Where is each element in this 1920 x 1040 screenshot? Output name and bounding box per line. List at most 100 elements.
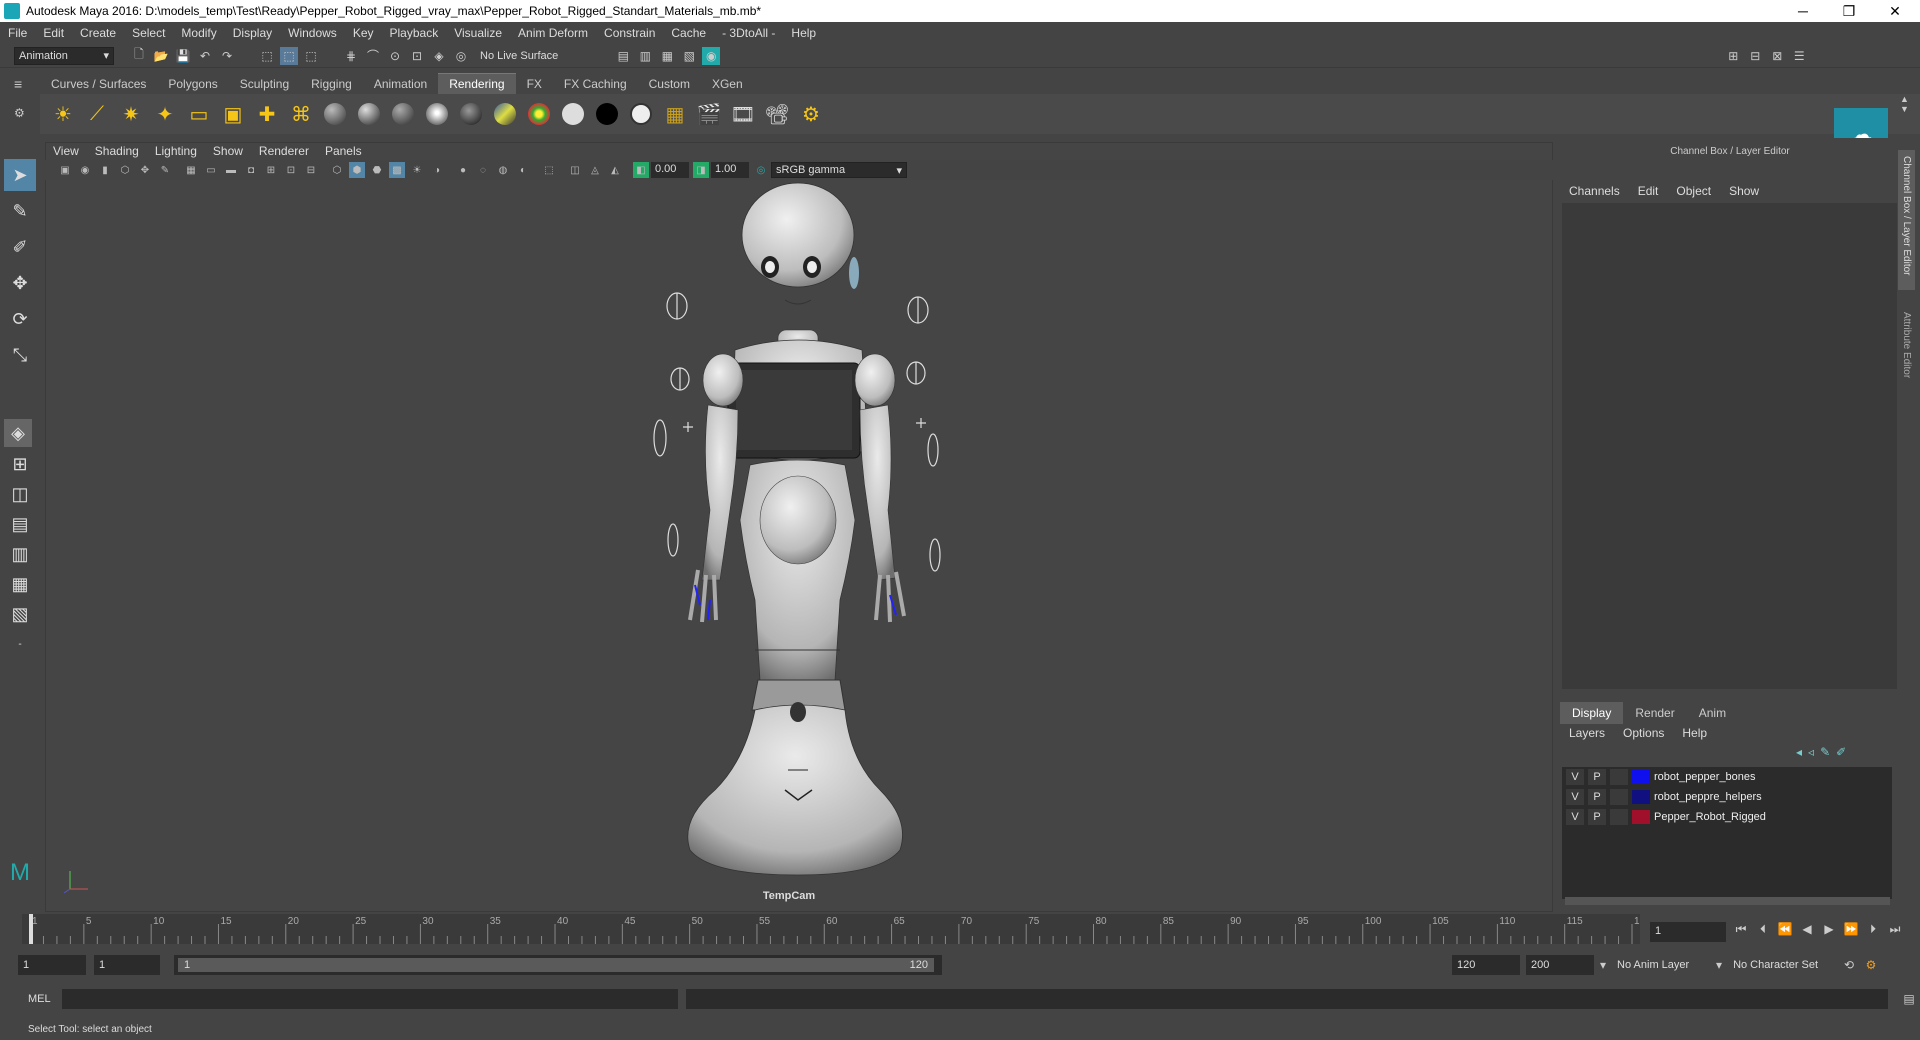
new-scene-icon[interactable]: 🗋 [130, 47, 148, 65]
command-input[interactable] [61, 989, 678, 1009]
snap-view-icon[interactable]: ⊡ [408, 47, 426, 65]
wireframe-on-shaded-icon[interactable]: ⬣ [369, 162, 385, 178]
batch-render-icon[interactable]: 📽 [763, 100, 791, 128]
minimize-button[interactable]: ─ [1780, 0, 1826, 22]
use-all-lights-icon[interactable]: ☀ [409, 162, 425, 178]
menu-display[interactable]: Display [225, 26, 280, 40]
layer-menu-options[interactable]: Options [1614, 726, 1673, 740]
channel-box-body[interactable] [1562, 203, 1897, 689]
depth-of-field-icon[interactable]: ◐ [515, 162, 531, 178]
grid-icon[interactable]: ▦ [183, 162, 199, 178]
shading-map-icon[interactable] [525, 100, 553, 128]
new-empty-layer-icon[interactable]: ✎ [1820, 745, 1830, 759]
shelf-tab-curves-surfaces[interactable]: Curves / Surfaces [40, 74, 157, 94]
cb-menu-edit[interactable]: Edit [1629, 184, 1668, 198]
ramp-material-icon[interactable] [491, 100, 519, 128]
isolate-select-icon[interactable]: ⬚ [541, 162, 557, 178]
shelf-tab-sculpting[interactable]: Sculpting [229, 74, 300, 94]
layer-row[interactable]: V P robot_peppre_helpers [1562, 787, 1892, 807]
cb-menu-channels[interactable]: Channels [1560, 184, 1629, 198]
gate-mask-icon[interactable]: ◘ [243, 162, 259, 178]
xray-components-icon[interactable]: ◭ [607, 162, 623, 178]
move-layer-up-icon[interactable]: ◂ [1796, 745, 1802, 759]
menu-select[interactable]: Select [124, 26, 173, 40]
current-time-indicator[interactable] [29, 914, 33, 944]
point-light-icon[interactable]: ✷ [117, 100, 145, 128]
render-settings-shelf-icon[interactable]: ⚙ [797, 100, 825, 128]
menu-create[interactable]: Create [72, 26, 124, 40]
layer-row[interactable]: V P robot_pepper_bones [1562, 767, 1892, 787]
render-view-icon[interactable]: ▧ [680, 47, 698, 65]
motion-blur-icon[interactable]: ◌ [475, 162, 491, 178]
scale-tool-icon[interactable]: ⤡ [4, 339, 36, 371]
vp-menu-show[interactable]: Show [205, 144, 251, 158]
layer-playback-toggle[interactable]: P [1588, 769, 1606, 785]
live-surface-label[interactable]: No Live Surface [480, 50, 558, 62]
layer-menu-layers[interactable]: Layers [1560, 726, 1614, 740]
pepper-robot-model[interactable] [640, 180, 970, 880]
shelf-scroll-icon[interactable]: ▲ ▼ [1900, 94, 1909, 114]
vp-menu-renderer[interactable]: Renderer [251, 144, 317, 158]
ambient-light-icon[interactable]: ☀ [49, 100, 77, 128]
wireframe-icon[interactable]: ⬡ [329, 162, 345, 178]
animation-start-field[interactable]: 1 [18, 955, 86, 975]
persp-outliner-layout-icon[interactable]: ◫ [4, 481, 36, 507]
multisample-aa-icon[interactable]: ◍ [495, 162, 511, 178]
playback-end-field[interactable]: 120 [1452, 955, 1520, 975]
character-controls-icon[interactable]: ⊠ [1768, 47, 1786, 65]
layer-tab-anim[interactable]: Anim [1687, 702, 1738, 724]
layer-tab-display[interactable]: Display [1560, 702, 1624, 724]
ipr-render-icon[interactable]: ▦ [658, 47, 676, 65]
side-tab-attribute-editor[interactable]: Attribute Editor [1898, 306, 1915, 384]
four-view-layout-icon[interactable]: ⊞ [4, 451, 36, 477]
single-perspective-layout-icon[interactable]: ◈ [4, 419, 32, 447]
animation-end-field[interactable]: 200 [1526, 955, 1594, 975]
directional-light-icon[interactable]: ⟋ [83, 100, 111, 128]
current-frame-field[interactable]: 1 [1650, 922, 1726, 942]
bookmark-icon[interactable]: ▮ [97, 162, 113, 178]
vp-menu-shading[interactable]: Shading [87, 144, 147, 158]
layer-visibility-toggle[interactable]: V [1566, 769, 1584, 785]
xray-joints-icon[interactable]: ◬ [587, 162, 603, 178]
resolution-gate-icon[interactable]: ▬ [223, 162, 239, 178]
menu-key[interactable]: Key [345, 26, 382, 40]
render-view-shelf-icon[interactable]: ▦ [661, 100, 689, 128]
layer-menu-help[interactable]: Help [1673, 726, 1716, 740]
gamma-icon[interactable]: ◨ [693, 162, 709, 178]
render-current-icon[interactable]: 🎬 [695, 100, 723, 128]
gamma-field[interactable]: 1.00 [711, 162, 749, 178]
undo-icon[interactable]: ↶ [196, 47, 214, 65]
cb-menu-show[interactable]: Show [1720, 184, 1768, 198]
exposure-icon[interactable]: ◧ [633, 162, 649, 178]
hypershade-icon[interactable]: ◉ [702, 46, 721, 65]
paint-select-tool-icon[interactable]: ✐ [4, 231, 36, 263]
shelf-options-icon[interactable]: ≡ ⚙ [14, 76, 34, 136]
layer-color-swatch[interactable] [1632, 810, 1650, 824]
layer-name[interactable]: Pepper_Robot_Rigged [1654, 811, 1766, 823]
snap-surface-icon[interactable]: ◈ [430, 47, 448, 65]
collapse-toolbox-icon[interactable]: - [4, 631, 36, 657]
layer-visibility-toggle[interactable]: V [1566, 809, 1584, 825]
move-tool-icon[interactable]: ✥ [4, 267, 36, 299]
script-editor-icon[interactable]: ▤ [1900, 990, 1918, 1008]
play-forwards-icon[interactable]: ▶ [1820, 920, 1838, 938]
camera-aim-icon[interactable]: ⌘ [287, 100, 315, 128]
menu-windows[interactable]: Windows [280, 26, 345, 40]
menu-cache[interactable]: Cache [663, 26, 714, 40]
vp-menu-lighting[interactable]: Lighting [147, 144, 205, 158]
layer-visibility-toggle[interactable]: V [1566, 789, 1584, 805]
layered-shader-icon[interactable] [627, 100, 655, 128]
surface-shader-icon[interactable] [559, 100, 587, 128]
camera-icon[interactable]: ✚ [253, 100, 281, 128]
blinn-material-icon[interactable] [355, 100, 383, 128]
menu-file[interactable]: File [0, 26, 35, 40]
modeling-toolkit-icon[interactable]: ⊟ [1746, 47, 1764, 65]
step-back-key-icon[interactable]: ⏪ [1776, 920, 1794, 938]
auto-key-icon[interactable]: ⟲ [1840, 956, 1858, 974]
shelf-tab-fx[interactable]: FX [516, 74, 553, 94]
move-layer-down-icon[interactable]: ◃ [1808, 745, 1814, 759]
layer-type-toggle[interactable] [1610, 769, 1628, 785]
layer-color-swatch[interactable] [1632, 770, 1650, 784]
render-frame-icon[interactable]: ▥ [636, 47, 654, 65]
2d-pan-zoom-icon[interactable]: ✥ [137, 162, 153, 178]
